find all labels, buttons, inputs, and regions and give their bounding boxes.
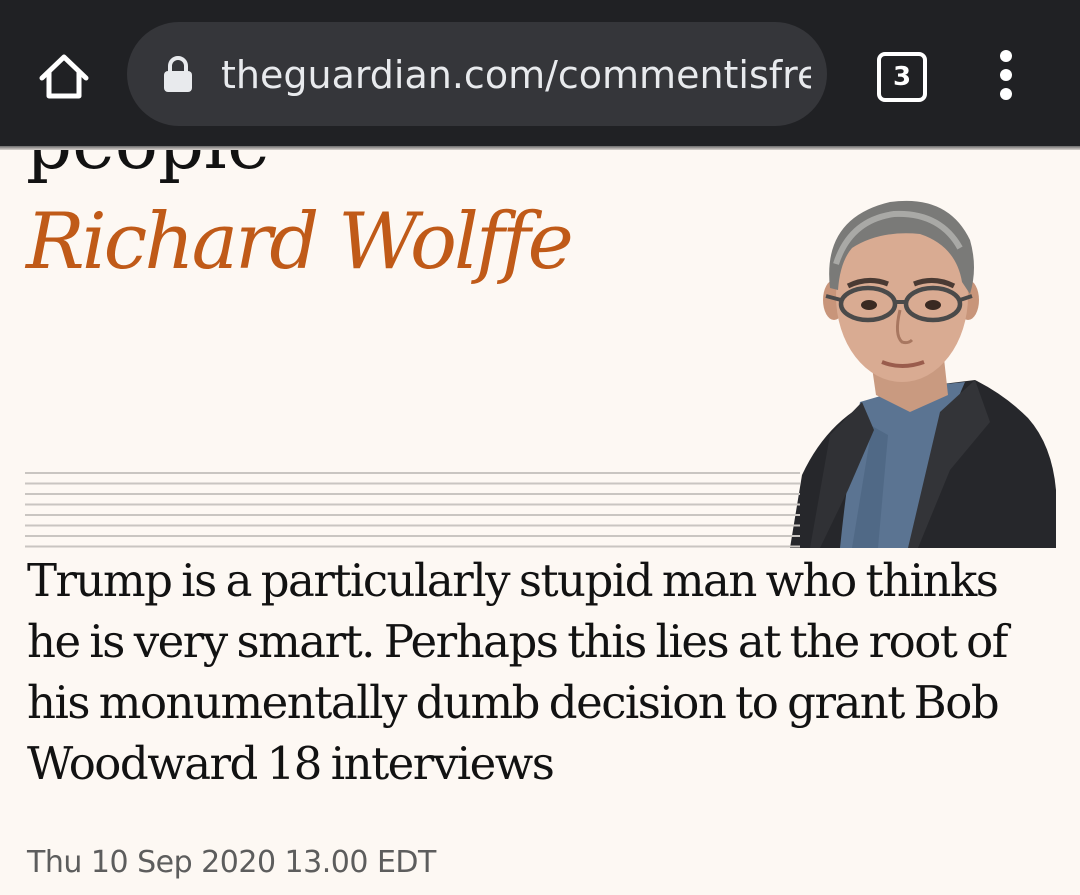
publication-date: Thu 10 Sep 2020 13.00 EDT [27,845,436,880]
byline-author[interactable]: Richard Wolffe [26,192,574,292]
home-button[interactable] [36,48,92,104]
author-portrait [790,200,1056,548]
toolbar-shadow [0,146,1080,150]
address-bar[interactable]: theguardian.com/commentisfre [127,22,827,126]
tab-switcher-button[interactable]: 3 [877,52,927,102]
article-standfirst: Trump is a particularly stupid man who t… [27,554,1008,790]
decorative-rules [25,472,800,548]
lock-icon [164,56,192,92]
overflow-menu-button[interactable] [988,50,1024,100]
home-icon [39,54,89,99]
url-text: theguardian.com/commentisfre [221,53,811,97]
overflow-menu-icon [1000,50,1012,62]
browser-toolbar: theguardian.com/commentisfre 3 [0,0,1080,148]
